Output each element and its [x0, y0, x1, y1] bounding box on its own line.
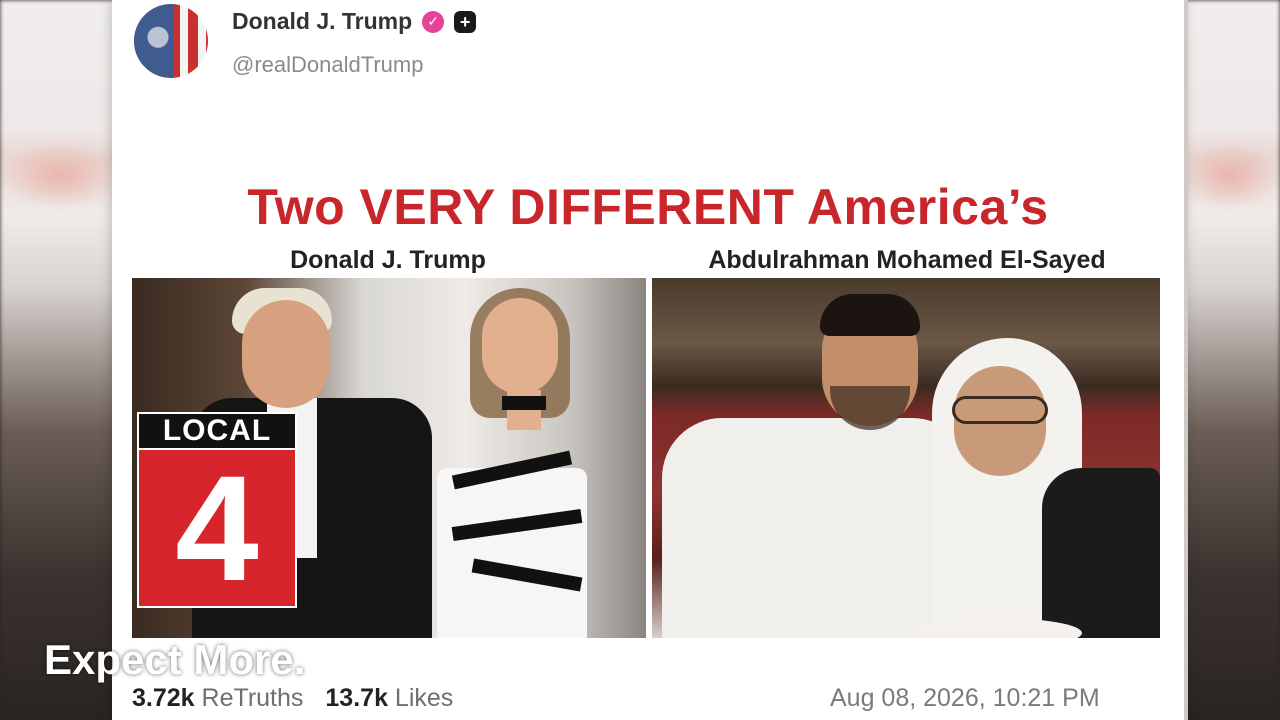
author-name[interactable]: Donald J. Trump	[232, 8, 412, 35]
plus-icon[interactable]: +	[454, 10, 477, 33]
post-headline: Two VERY DIFFERENT America’s	[247, 179, 1049, 235]
author-handle[interactable]: @realDonaldTrump	[232, 52, 423, 78]
right-caption: Abdulrahman Mohamed El-Sayed	[708, 246, 1106, 274]
retruths-stat[interactable]: 3.72k ReTruths	[132, 684, 303, 713]
post-card: Donald J. Trump ✓ + @realDonaldTrump Two…	[112, 0, 1184, 720]
left-caption: Donald J. Trump	[290, 246, 486, 274]
station-tagline: Expect More.	[44, 636, 306, 683]
post-stats: 3.72k ReTruths 13.7k Likes	[132, 684, 453, 713]
likes-stat[interactable]: 13.7k Likes	[325, 684, 453, 713]
post-timestamp: Aug 08, 2026, 10:21 PM	[830, 684, 1100, 712]
background-blur-right	[1180, 0, 1280, 720]
post-header: Donald J. Trump ✓ + @realDonaldTrump	[134, 4, 834, 84]
retruths-label: ReTruths	[201, 684, 304, 712]
right-photo[interactable]	[652, 278, 1160, 638]
logo-number: 4	[137, 450, 297, 608]
check-badge-icon: ✓	[422, 10, 445, 33]
avatar[interactable]	[134, 4, 208, 78]
likes-label: Likes	[394, 684, 454, 712]
background-blur-left	[0, 0, 120, 720]
man-figure	[662, 418, 972, 638]
local4-logo: LOCAL 4	[137, 412, 297, 608]
retruths-count: 3.72k	[132, 684, 195, 712]
author-row: Donald J. Trump ✓ +	[232, 8, 477, 35]
card-edge	[1184, 0, 1188, 720]
likes-count: 13.7k	[325, 684, 388, 712]
